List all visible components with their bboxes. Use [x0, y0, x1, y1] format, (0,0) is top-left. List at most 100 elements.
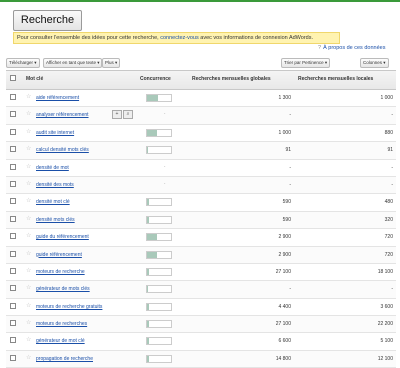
- table-row: ☆ analyser référencement + ⌕ · - -: [6, 107, 396, 125]
- row-checkbox[interactable]: [10, 302, 16, 309]
- keyword-link[interactable]: densité mots clés: [36, 217, 75, 223]
- keyword-link[interactable]: propagation de recherche: [36, 356, 93, 362]
- table-row: ☆ densité mots clés 590 320: [6, 211, 396, 230]
- select-all-checkbox[interactable]: [10, 75, 16, 81]
- star-icon[interactable]: ☆: [26, 216, 31, 222]
- keyword-link[interactable]: moteurs de recherche gratuits: [36, 304, 102, 310]
- competition-empty: ·: [164, 180, 166, 187]
- keyword-link[interactable]: guide du référencement: [36, 234, 89, 240]
- global-searches-value: 590: [282, 216, 291, 223]
- about-data-label[interactable]: À propos de ces données: [323, 45, 385, 51]
- keyword-link[interactable]: analyser référencement: [36, 112, 89, 118]
- star-icon[interactable]: ☆: [26, 303, 31, 309]
- view-as-text-button[interactable]: Afficher en tant que texte ▾: [43, 58, 103, 68]
- keyword-link[interactable]: densité des mots: [36, 182, 74, 188]
- local-searches-value: -: [391, 112, 393, 119]
- star-icon[interactable]: ☆: [26, 233, 31, 239]
- row-checkbox[interactable]: [10, 337, 16, 344]
- table-row: ☆ densité de mot · - -: [6, 160, 396, 177]
- row-checkbox[interactable]: [10, 111, 16, 118]
- keyword-link[interactable]: guide référencement: [36, 252, 82, 258]
- global-searches-value: 1 300: [278, 95, 291, 101]
- competition-fill: [147, 251, 157, 258]
- star-icon[interactable]: ☆: [26, 285, 31, 291]
- table-row: ☆ guide du référencement 2 900 720: [6, 229, 396, 247]
- global-searches-value: 1 000: [278, 129, 291, 136]
- star-icon[interactable]: ☆: [26, 146, 31, 152]
- local-searches-value: 12 100: [377, 355, 393, 362]
- star-icon[interactable]: ☆: [26, 94, 31, 100]
- star-icon[interactable]: ☆: [26, 337, 31, 343]
- competition-bar: [146, 267, 172, 276]
- star-icon[interactable]: ☆: [26, 181, 31, 187]
- table-row: ☆ moteurs de recherches 27 100 22 200: [6, 316, 396, 334]
- star-icon[interactable]: ☆: [26, 111, 31, 117]
- more-button[interactable]: Plus ▾: [102, 58, 121, 68]
- local-searches-value: 720: [384, 234, 393, 241]
- local-searches-value: -: [391, 286, 393, 293]
- star-icon[interactable]: ☆: [26, 198, 31, 204]
- header-competition[interactable]: Concurrence: [140, 76, 171, 82]
- row-checkbox[interactable]: [10, 215, 16, 222]
- global-searches-value: -: [289, 112, 291, 119]
- competition-bar: [146, 198, 172, 207]
- row-checkbox[interactable]: [10, 320, 16, 327]
- local-searches-value: -: [391, 164, 393, 171]
- notice-text-before: Pour consulter l'ensemble des idées pour…: [17, 35, 159, 41]
- keyword-link[interactable]: densité mot clé: [36, 199, 70, 205]
- competition-fill: [147, 338, 150, 345]
- columns-button[interactable]: Colonnes ▾: [360, 58, 389, 68]
- results-toolbar: Télécharger ▾ Afficher en tant que texte…: [6, 58, 396, 68]
- row-checkbox[interactable]: [10, 354, 16, 361]
- magnifier-icon[interactable]: ⌕: [123, 110, 133, 120]
- table-row: ☆ densité des mots · - -: [6, 176, 396, 195]
- keyword-link[interactable]: calcul densité mots clés: [36, 147, 89, 153]
- local-searches-value: 480: [384, 199, 393, 206]
- search-button[interactable]: Recherche: [13, 10, 82, 31]
- row-checkbox[interactable]: [10, 285, 16, 292]
- star-icon[interactable]: ☆: [26, 251, 31, 257]
- keyword-link[interactable]: aide référencement: [36, 95, 79, 101]
- keyword-link[interactable]: audit site internet: [36, 130, 74, 136]
- row-checkbox[interactable]: [10, 267, 16, 274]
- download-button[interactable]: Télécharger ▾: [6, 58, 40, 68]
- global-searches-value: 27 100: [275, 268, 291, 275]
- signin-link[interactable]: connectez-vous: [160, 35, 199, 41]
- keyword-link[interactable]: générateur de mot clé: [36, 338, 85, 344]
- keyword-link[interactable]: moteurs de recherches: [36, 321, 87, 327]
- table-row: ☆ densité mot clé 590 480: [6, 194, 396, 212]
- table-row: ☆ moteurs de recherche gratuits 4 400 3 600: [6, 299, 396, 317]
- add-icon[interactable]: +: [112, 110, 122, 120]
- star-icon[interactable]: ☆: [26, 129, 31, 135]
- keyword-link[interactable]: générateur de mots clés: [36, 286, 90, 292]
- row-checkbox[interactable]: [10, 198, 16, 205]
- global-searches-value: 91: [285, 147, 291, 154]
- row-checkbox[interactable]: [10, 180, 16, 187]
- row-checkbox[interactable]: [10, 163, 16, 170]
- table-row: ☆ propagation de recherche 14 800 12 100: [6, 350, 396, 368]
- table-row: ☆ guide référencement 2 900 720: [6, 246, 396, 264]
- header-keyword[interactable]: Mot clé: [26, 76, 43, 82]
- star-icon[interactable]: ☆: [26, 320, 31, 326]
- local-searches-value: 1 000: [380, 95, 393, 101]
- competition-bar: [146, 320, 172, 329]
- row-checkbox[interactable]: [10, 94, 16, 100]
- local-searches-value: 22 200: [377, 321, 393, 328]
- star-icon[interactable]: ☆: [26, 268, 31, 274]
- row-checkbox[interactable]: [10, 233, 16, 240]
- signin-notice: Pour consulter l'ensemble des idées pour…: [13, 32, 340, 44]
- competition-bar: [146, 215, 172, 224]
- star-icon[interactable]: ☆: [26, 355, 31, 361]
- help-icon: ?: [318, 45, 322, 51]
- row-checkbox[interactable]: [10, 146, 16, 153]
- about-data-link[interactable]: ? À propos de ces données: [318, 45, 385, 51]
- header-global-searches[interactable]: Recherches mensuelles globales: [192, 76, 271, 82]
- competition-fill: [147, 303, 150, 310]
- row-checkbox[interactable]: [10, 250, 16, 257]
- sort-button[interactable]: Trier par Pertinence ▾: [281, 58, 331, 68]
- keyword-link[interactable]: moteurs de recherche: [36, 269, 85, 275]
- keyword-link[interactable]: densité de mot: [36, 165, 69, 171]
- header-local-searches[interactable]: Recherches mensuelles locales: [298, 76, 373, 82]
- row-checkbox[interactable]: [10, 128, 16, 135]
- star-icon[interactable]: ☆: [26, 164, 31, 170]
